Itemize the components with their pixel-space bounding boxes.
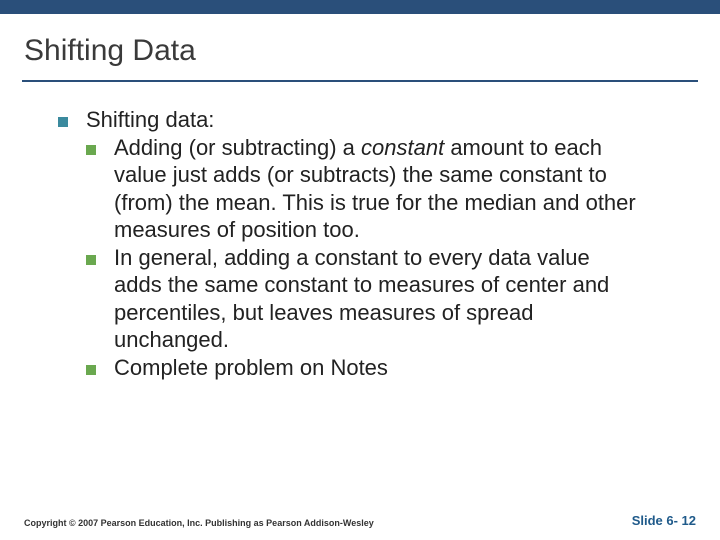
title-area: Shifting Data <box>0 14 720 76</box>
bullet-text-em: constant <box>361 135 444 160</box>
top-accent-bar <box>0 0 720 14</box>
bullet-level2: In general, adding a constant to every d… <box>86 244 642 354</box>
square-bullet-icon <box>58 117 68 127</box>
slide-number: Slide 6- 12 <box>632 513 696 528</box>
square-bullet-icon <box>86 255 96 265</box>
slide-content: Shifting data: Adding (or subtracting) a… <box>0 82 680 381</box>
square-bullet-icon <box>86 365 96 375</box>
bullet-text-pre: Adding (or subtracting) a <box>114 135 361 160</box>
bullet-text-pre: In general, adding a constant to every d… <box>114 245 609 353</box>
slide-title: Shifting Data <box>24 34 696 68</box>
bullet-level2: Adding (or subtracting) a constant amoun… <box>86 134 642 244</box>
slide-footer: Copyright © 2007 Pearson Education, Inc.… <box>0 513 720 528</box>
bullet-text-pre: Complete problem on Notes <box>114 355 388 380</box>
bullet-level2: Complete problem on Notes <box>86 354 642 382</box>
copyright-text: Copyright © 2007 Pearson Education, Inc.… <box>24 518 374 528</box>
square-bullet-icon <box>86 145 96 155</box>
bullet-level1-text: Shifting data: <box>86 107 214 132</box>
bullet-level1: Shifting data: Adding (or subtracting) a… <box>58 106 642 381</box>
